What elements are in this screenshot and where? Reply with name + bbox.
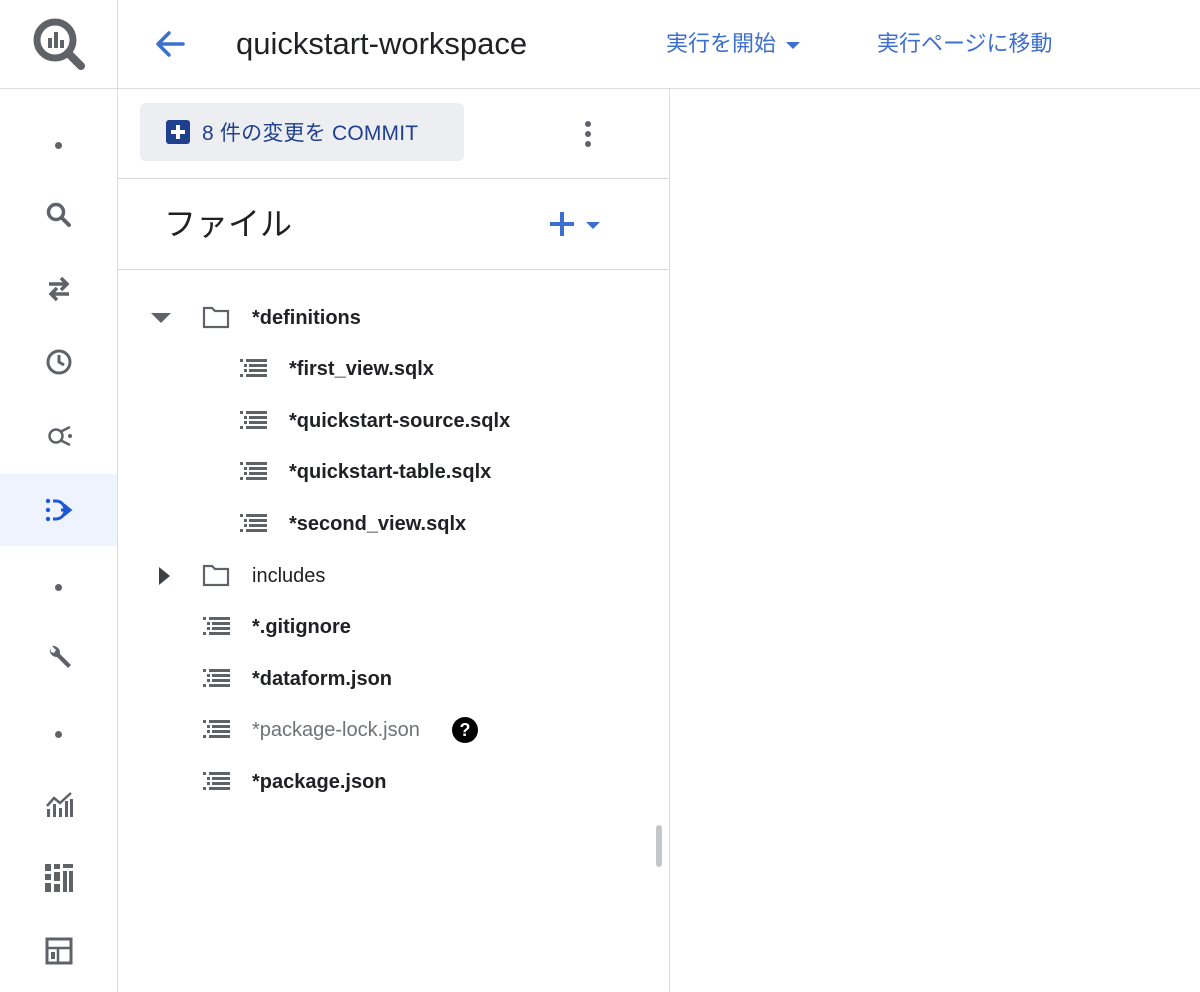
collapse-arrow-icon[interactable]	[151, 313, 171, 323]
files-panel: 8 件の変更を COMMIT ファイル *definitions *first_…	[118, 89, 670, 992]
file-name: *second_view.sqlx	[289, 513, 467, 535]
workspace-header: quickstart-workspace 実行を開始 実行ページに移動	[118, 0, 1200, 89]
back-button[interactable]	[150, 24, 190, 64]
folder-name: includes	[252, 565, 326, 587]
file-name: *dataform.json	[252, 668, 393, 690]
rail-item-analytics-hub[interactable]	[0, 400, 117, 472]
start-run-label: 実行を開始	[666, 31, 777, 56]
start-run-button[interactable]: 実行を開始	[666, 27, 801, 61]
tree-file-first-view[interactable]: *first_view.sqlx	[118, 344, 669, 394]
more-vert-dot	[585, 131, 591, 137]
rail-item-tools[interactable]	[0, 621, 117, 693]
file-name: *package.json	[252, 771, 387, 793]
file-lines-icon	[240, 411, 267, 429]
more-options-button[interactable]	[574, 117, 602, 151]
commit-button[interactable]: 8 件の変更を COMMIT	[140, 103, 464, 161]
folder-outline-icon	[202, 306, 230, 329]
file-lines-icon	[203, 720, 230, 738]
tree-file-dataform-json[interactable]: *dataform.json	[118, 654, 669, 704]
files-header: ファイル	[118, 180, 669, 270]
tree-file-gitignore[interactable]: *.gitignore	[118, 602, 669, 652]
rail-item-search[interactable]	[0, 179, 117, 251]
tree-file-package-lock[interactable]: *package-lock.json ?	[118, 705, 669, 755]
rail-item-monitoring[interactable]	[0, 768, 117, 840]
dataform-icon	[45, 498, 72, 522]
rail-item-dataform[interactable]	[0, 474, 117, 546]
search-icon	[46, 202, 71, 227]
file-name: *quickstart-table.sqlx	[289, 461, 492, 483]
rail-item-tables[interactable]	[0, 915, 117, 987]
analytics-hub-icon	[47, 425, 72, 447]
tree-file-quickstart-table[interactable]: *quickstart-table.sqlx	[118, 447, 669, 497]
scrollbar-thumb[interactable]	[656, 825, 662, 867]
dot-icon	[55, 730, 62, 738]
bigquery-logo-icon	[33, 18, 85, 70]
rail-item-scheduled[interactable]	[0, 326, 117, 398]
rail-item-transfers[interactable]	[0, 253, 117, 325]
rail-item-dashboards[interactable]	[0, 842, 117, 914]
workspace-title: quickstart-workspace	[236, 26, 528, 61]
dot-icon	[55, 583, 62, 591]
arrow-back-icon	[156, 31, 185, 57]
wrench-icon	[49, 645, 71, 668]
commit-toolbar: 8 件の変更を COMMIT	[118, 89, 669, 179]
file-lines-icon	[240, 462, 267, 480]
file-lines-icon	[240, 359, 267, 377]
folder-outline-icon	[202, 564, 230, 587]
dot-icon	[55, 141, 62, 149]
dashboard-icon	[44, 864, 73, 892]
history-icon	[46, 349, 71, 375]
rail-dot-2	[0, 551, 117, 623]
file-name: *package-lock.json	[252, 719, 420, 741]
caret-down-icon	[786, 41, 801, 49]
add-file-button[interactable]	[550, 206, 614, 242]
swap-icon	[48, 276, 69, 302]
commit-button-label: 8 件の変更を COMMIT	[202, 122, 419, 145]
file-lines-icon	[203, 772, 230, 790]
add-box-icon	[166, 120, 190, 144]
tree-file-quickstart-source[interactable]: *quickstart-source.sqlx	[118, 396, 669, 446]
files-title: ファイル	[164, 206, 293, 242]
file-lines-icon	[203, 617, 230, 635]
more-vert-icon	[585, 121, 591, 127]
file-name: *first_view.sqlx	[289, 358, 434, 380]
table-icon	[45, 937, 72, 965]
file-lines-icon	[203, 669, 230, 687]
rail-dot-3	[0, 698, 117, 770]
file-lines-icon	[240, 514, 267, 532]
help-icon[interactable]: ?	[452, 717, 478, 743]
folder-name: *definitions	[252, 307, 361, 329]
file-name: *.gitignore	[252, 616, 351, 638]
more-vert-dot	[585, 141, 591, 147]
tree-folder-includes[interactable]: includes	[118, 551, 669, 601]
tree-file-second-view[interactable]: *second_view.sqlx	[118, 499, 669, 549]
tree-folder-definitions[interactable]: *definitions	[118, 293, 669, 343]
bigquery-logo[interactable]	[0, 0, 117, 89]
caret-down-icon	[586, 221, 600, 229]
chart-icon	[45, 792, 73, 817]
rail-dot-1	[0, 109, 117, 181]
left-nav-rail	[0, 0, 118, 992]
file-name: *quickstart-source.sqlx	[289, 410, 511, 432]
tree-file-package-json[interactable]: *package.json	[118, 757, 669, 807]
go-to-runs-link[interactable]: 実行ページに移動	[877, 27, 1053, 61]
add-icon	[550, 212, 574, 236]
expand-arrow-icon[interactable]	[159, 567, 170, 585]
